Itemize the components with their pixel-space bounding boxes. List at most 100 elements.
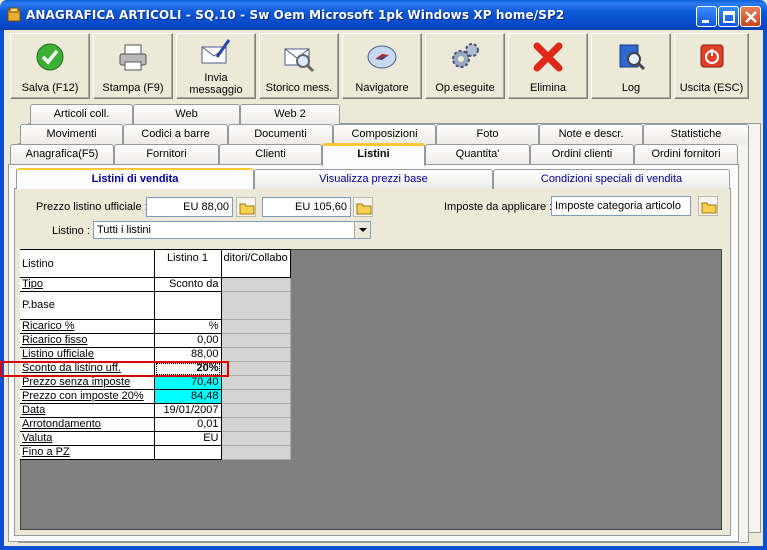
table-row[interactable]: Ricarico % % (20, 319, 291, 334)
row-value[interactable]: 88,00 (154, 347, 222, 362)
title-bar[interactable]: ANAGRAFICA ARTICOLI - SQ.10 - Sw Oem Mic… (0, 0, 767, 30)
table-row[interactable]: Fino a PZ (20, 445, 291, 460)
listino-select[interactable]: Tutti i listini (93, 221, 371, 239)
row-empty-cell[interactable] (221, 291, 291, 320)
tab-listini[interactable]: Listini (322, 143, 425, 166)
row-empty-cell[interactable] (221, 347, 291, 362)
tab-web[interactable]: Web (133, 104, 240, 125)
row-empty-cell[interactable] (221, 431, 291, 446)
delete-button[interactable]: Elimina (508, 33, 588, 99)
compass-icon (367, 45, 397, 69)
row-empty-cell[interactable] (221, 403, 291, 418)
table-row[interactable]: Prezzo con imposte 20% 84,48 (20, 389, 291, 404)
log-label: Log (621, 82, 641, 94)
grid-header-col2[interactable]: ditori/Collabo (221, 249, 291, 278)
tab-statistiche[interactable]: Statistiche (643, 124, 749, 145)
row-label: Valuta (22, 432, 53, 444)
subtab-condizioni-speciali[interactable]: Condizioni speciali di vendita (493, 169, 730, 189)
tab-ordini-fornitori[interactable]: Ordini fornitori (634, 144, 738, 165)
gears-icon (452, 43, 479, 68)
row-label: P.base (22, 299, 55, 311)
message-history-button[interactable]: Storico mess. (259, 33, 339, 99)
tab-composizioni[interactable]: Composizioni (333, 124, 436, 145)
row-value-highlight[interactable]: 70,40 (154, 375, 222, 390)
row-value[interactable]: 0,00 (154, 333, 222, 348)
tab-anagrafica[interactable]: Anagrafica(F5) (10, 144, 114, 165)
table-row[interactable]: Listino ufficiale 88,00 (20, 347, 291, 362)
row-empty-cell[interactable] (221, 319, 291, 334)
listino-dropdown-button[interactable] (354, 222, 370, 238)
tab-movimenti[interactable]: Movimenti (20, 124, 123, 145)
navigator-button[interactable]: Navigatore (342, 33, 422, 99)
row-value[interactable]: 0,01 (154, 417, 222, 432)
row-value[interactable] (154, 445, 222, 460)
print-label: Stampa (F9) (102, 82, 164, 94)
delete-label: Elimina (529, 82, 567, 94)
table-row[interactable]: Ricarico fisso 0,00 (20, 333, 291, 348)
row-empty-cell[interactable] (221, 277, 291, 292)
prezzo-ivato-lookup-button[interactable] (353, 197, 373, 217)
row-label: Data (22, 404, 46, 416)
table-row[interactable]: Valuta EU (20, 431, 291, 446)
tab-ordini-clienti[interactable]: Ordini clienti (530, 144, 634, 165)
table-row[interactable]: Tipo Sconto da (20, 277, 291, 292)
table-row[interactable]: Prezzo senza imposte 70,40 (20, 375, 291, 390)
exit-button[interactable]: Uscita (ESC) (674, 33, 749, 99)
selection-highlight-box (0, 361, 229, 377)
tab-clienti[interactable]: Clienti (219, 144, 322, 165)
listini-grid[interactable]: Listino Listino 1 ditori/Collabo Tipo Sc… (20, 249, 291, 460)
tab-codici-a-barre[interactable]: Codici a barre (123, 124, 228, 145)
table-row[interactable]: Arrotondamento 0,01 (20, 417, 291, 432)
row-empty-cell[interactable] (221, 361, 291, 376)
tab-documenti[interactable]: Documenti (228, 124, 333, 145)
tab-articoli-coll[interactable]: Articoli coll. (30, 104, 133, 125)
tab-quantita[interactable]: Quantita' (425, 144, 530, 165)
print-button[interactable]: Stampa (F9) (93, 33, 173, 99)
subtab-listini-di-vendita[interactable]: Listini di vendita (16, 168, 254, 189)
prezzo-listino-field[interactable]: EU 88,00 (146, 197, 233, 217)
prezzo-lookup-button[interactable] (236, 197, 256, 217)
maximize-button[interactable] (718, 6, 739, 27)
row-value[interactable]: Sconto da (154, 277, 222, 292)
row-empty-cell[interactable] (221, 445, 291, 460)
row-empty-cell[interactable] (221, 375, 291, 390)
tab-foto[interactable]: Foto (436, 124, 539, 145)
send-message-button[interactable]: Invia messaggio (176, 33, 256, 99)
maximize-icon (723, 11, 735, 23)
grid-header-row: Listino Listino 1 ditori/Collabo (20, 249, 291, 278)
close-icon (745, 11, 757, 23)
log-button[interactable]: Log (591, 33, 671, 99)
row-empty-cell[interactable] (221, 417, 291, 432)
log-search-icon (619, 44, 646, 71)
row-empty-cell[interactable] (221, 333, 291, 348)
row-value-highlight[interactable]: 84,48 (154, 389, 222, 404)
toolbar: Salva (F12) Stampa (F9) Invia messaggio … (8, 33, 749, 99)
operations-button[interactable]: Op.eseguite (425, 33, 505, 99)
prezzo-ivato-field[interactable]: EU 105,60 (262, 197, 351, 217)
subtab-visualizza-prezzi-base[interactable]: Visualizza prezzi base (254, 169, 493, 189)
prezzo-listino-label: Prezzo listino ufficiale : (36, 201, 148, 213)
imposte-field[interactable]: Imposte categoria articolo (551, 196, 691, 216)
window-title: ANAGRAFICA ARTICOLI - SQ.10 - Sw Oem Mic… (26, 8, 565, 22)
grid-header-listino-1[interactable]: Listino 1 (154, 249, 222, 278)
row-label: Ricarico fisso (22, 334, 88, 346)
minimize-button[interactable] (696, 6, 717, 27)
imposte-lookup-button[interactable] (698, 196, 718, 216)
navigator-label: Navigatore (355, 82, 409, 94)
table-row[interactable]: Data 19/01/2007 (20, 403, 291, 418)
row-empty-cell[interactable] (221, 389, 291, 404)
save-button[interactable]: Salva (F12) (10, 33, 90, 99)
tab-fornitori[interactable]: Fornitori (114, 144, 219, 165)
tab-web-2[interactable]: Web 2 (240, 104, 340, 125)
row-value[interactable] (154, 291, 222, 320)
send-message-label: Invia messaggio (189, 72, 243, 96)
row-value[interactable]: 19/01/2007 (154, 403, 222, 418)
envelope-search-icon (284, 48, 315, 73)
row-label: Ricarico % (22, 320, 75, 332)
table-row[interactable]: P.base (20, 291, 291, 320)
save-label: Salva (F12) (21, 82, 79, 94)
tab-note-e-descr[interactable]: Note e descr. (539, 124, 643, 145)
close-button[interactable] (740, 6, 761, 27)
row-value[interactable]: % (154, 319, 222, 334)
row-value[interactable]: EU (154, 431, 222, 446)
